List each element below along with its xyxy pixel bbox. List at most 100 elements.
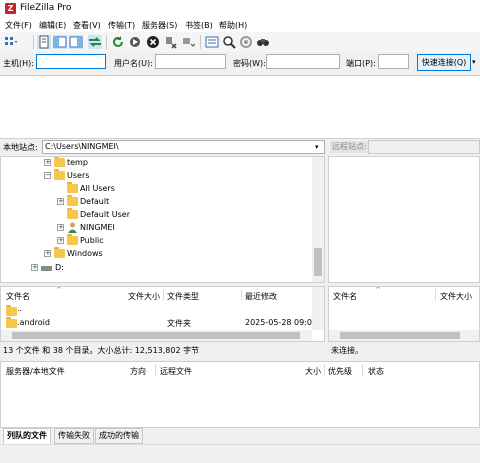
queue-column-size[interactable]: 大小 — [305, 366, 321, 377]
directory-filter-icon[interactable] — [205, 35, 219, 49]
tree-item-windows[interactable]: + Windows — [1, 247, 311, 260]
expand-icon[interactable]: + — [57, 198, 64, 205]
port-label: 端口(P): — [346, 59, 376, 68]
column-header-filename[interactable]: 文件名 — [6, 291, 30, 302]
queue-column-status[interactable]: 状态 — [368, 366, 384, 377]
tab-queued-files[interactable]: 列队的文件 — [3, 428, 51, 444]
expand-icon[interactable]: + — [57, 224, 64, 231]
tree-item-label: temp — [67, 158, 88, 167]
column-header-type[interactable]: 文件类型 — [167, 291, 199, 302]
folder-icon — [67, 182, 78, 193]
tab-failed-transfers[interactable]: 传输失败 — [54, 428, 94, 444]
search-icon[interactable] — [222, 35, 236, 49]
queue-column-server-local[interactable]: 服务器/本地文件 — [6, 366, 65, 377]
toggle-local-tree-icon[interactable] — [53, 35, 67, 49]
column-header-modified[interactable]: 最近修改 — [245, 291, 277, 302]
menu-server[interactable]: 服务器(S) — [142, 20, 177, 31]
host-input[interactable] — [36, 54, 106, 69]
local-site-bar: 本地站点: C:\Users\NINGMEI\ ▾ — [0, 139, 325, 156]
folder-icon — [67, 195, 78, 206]
local-tree-scrollbar-thumb[interactable] — [314, 248, 322, 276]
tree-item-users[interactable]: − Users — [1, 169, 311, 182]
tree-item-default-user[interactable]: Default User — [1, 208, 311, 221]
remote-site-label: 远程站点: — [330, 141, 369, 153]
quickconnect-dropdown-icon[interactable]: ▾ — [472, 54, 480, 71]
menu-transfer[interactable]: 传输(T) — [108, 20, 135, 31]
expand-icon[interactable]: + — [44, 159, 51, 166]
local-site-path-input[interactable]: C:\Users\NINGMEI\ — [42, 140, 325, 154]
folder-icon — [6, 305, 17, 316]
table-row[interactable]: .. — [1, 304, 312, 316]
column-header-filename[interactable]: 文件名 — [333, 291, 357, 302]
expand-icon[interactable]: + — [44, 250, 51, 257]
remote-file-list-hscrollbar-thumb[interactable] — [340, 332, 460, 339]
local-file-list-vscrollbar[interactable] — [312, 287, 324, 330]
username-input[interactable] — [155, 54, 226, 69]
menu-help[interactable]: 帮助(H) — [219, 20, 247, 31]
table-row[interactable]: .android 文件夹 2025-05-28 09:0... — [1, 317, 320, 329]
password-label: 密码(W): — [233, 59, 266, 68]
username-label: 用户名(U): — [114, 59, 153, 68]
filezilla-logo-icon: Z — [5, 3, 16, 14]
local-directory-tree[interactable]: + temp − Users All Users + Default Defau… — [0, 156, 325, 283]
tree-item-label: D: — [55, 263, 64, 272]
local-site-label: 本地站点: — [3, 143, 38, 152]
expand-icon[interactable]: + — [31, 264, 38, 271]
folder-icon — [6, 317, 17, 328]
tree-item-default[interactable]: + Default — [1, 195, 311, 208]
queue-column-priority[interactable]: 优先级 — [328, 366, 352, 377]
transfer-queue[interactable]: 服务器/本地文件 方向 远程文件 大小 优先级 状态 — [0, 361, 480, 428]
file-modified: 2025-05-28 09:0... — [245, 318, 320, 327]
menu-view[interactable]: 查看(V) — [73, 20, 101, 31]
port-input[interactable] — [378, 54, 409, 69]
tree-item-label: All Users — [80, 184, 115, 193]
toggle-message-log-icon[interactable] — [37, 35, 51, 49]
queue-tabs: 列队的文件 传输失败 成功的传输 — [0, 428, 480, 444]
menu-bookmarks[interactable]: 书签(B) — [185, 20, 213, 31]
local-site-dropdown-icon[interactable]: ▾ — [315, 140, 319, 154]
expand-icon[interactable]: + — [57, 237, 64, 244]
reconnect-icon[interactable] — [181, 35, 195, 49]
local-file-list-hscrollbar-thumb[interactable] — [12, 332, 300, 339]
quickconnect-bar: 主机(H): 用户名(U): 密码(W): 端口(P): 快速连接(Q) ▾ — [0, 52, 480, 74]
cancel-icon[interactable] — [146, 35, 160, 49]
quickconnect-button[interactable]: 快速连接(Q) — [417, 54, 471, 71]
queue-column-direction[interactable]: 方向 — [130, 366, 146, 377]
window-title: FileZilla Pro — [20, 3, 72, 13]
title-bar: Z FileZilla Pro — [0, 0, 480, 18]
menu-edit[interactable]: 编辑(E) — [39, 20, 66, 31]
process-queue-icon[interactable] — [128, 35, 142, 49]
file-type: 文件夹 — [167, 319, 191, 328]
tree-item-label: Public — [80, 236, 104, 245]
toggle-remote-tree-icon[interactable] — [69, 35, 83, 49]
queue-column-remote-file[interactable]: 远程文件 — [160, 366, 192, 377]
remote-site-path-input — [368, 140, 480, 154]
tree-item-all-users[interactable]: All Users — [1, 182, 311, 195]
tab-successful-transfers[interactable]: 成功的传输 — [95, 428, 143, 444]
host-label: 主机(H): — [3, 59, 34, 68]
tree-item-public[interactable]: + Public — [1, 234, 311, 247]
remote-directory-tree[interactable] — [328, 156, 480, 283]
tree-item-drive-d[interactable]: + D: — [1, 261, 311, 274]
compare-icon[interactable] — [239, 35, 253, 49]
tree-item-temp[interactable]: + temp — [1, 157, 311, 169]
column-header-size[interactable]: 文件大小 — [128, 291, 160, 302]
tree-item-ningmei[interactable]: + NINGMEI — [1, 221, 311, 234]
site-manager-icon[interactable] — [4, 35, 18, 49]
folder-icon — [67, 234, 78, 245]
tree-item-label: Users — [67, 171, 90, 180]
menu-file[interactable]: 文件(F) — [5, 20, 32, 31]
column-header-size[interactable]: 文件大小 — [440, 291, 472, 302]
toggle-queue-icon[interactable] — [88, 35, 102, 49]
disconnect-icon[interactable] — [164, 35, 178, 49]
message-log[interactable] — [0, 75, 480, 139]
menu-bar: 文件(F) 编辑(E) 查看(V) 传输(T) 服务器(S) 书签(B) 帮助(… — [0, 18, 480, 32]
find-files-icon[interactable] — [256, 35, 270, 49]
tree-item-label: Windows — [67, 249, 103, 258]
drive-icon — [41, 266, 52, 271]
tree-item-label: NINGMEI — [80, 223, 115, 232]
refresh-icon[interactable] — [111, 35, 125, 49]
sort-ascending-icon: ^ — [375, 286, 381, 294]
password-input[interactable] — [266, 54, 340, 69]
collapse-icon[interactable]: − — [44, 172, 51, 179]
